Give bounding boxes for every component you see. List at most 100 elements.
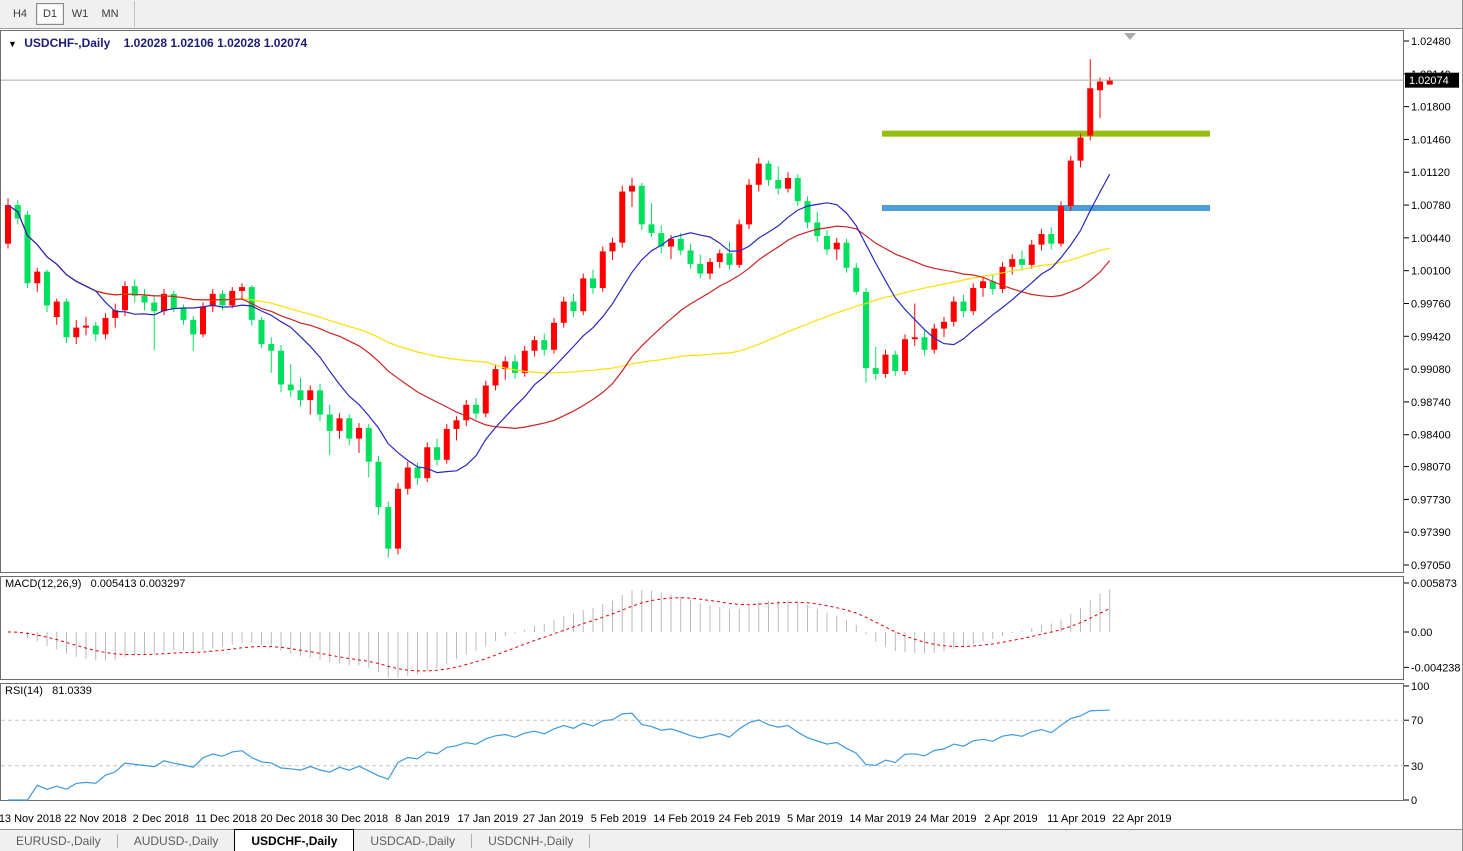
candle: [727, 253, 733, 265]
candle: [688, 250, 694, 264]
candle: [278, 351, 284, 385]
candle: [229, 291, 235, 305]
svg-text:0.97050: 0.97050: [1411, 560, 1451, 572]
candle: [307, 390, 313, 400]
candle: [775, 180, 781, 189]
candle: [268, 344, 274, 351]
candle: [922, 337, 928, 350]
candle: [571, 302, 577, 312]
candle: [454, 420, 460, 429]
macd-name: MACD(12,26,9): [5, 578, 81, 590]
candle: [463, 405, 469, 420]
candle: [892, 355, 898, 371]
candle: [5, 205, 11, 244]
candle: [941, 322, 947, 329]
svg-text:13 Nov 2018: 13 Nov 2018: [0, 813, 61, 825]
candle: [93, 326, 99, 335]
candle: [122, 286, 128, 310]
candle: [1087, 88, 1093, 135]
candle: [405, 468, 411, 489]
candle: [434, 447, 440, 460]
svg-text:14 Mar 2019: 14 Mar 2019: [849, 813, 911, 825]
candle: [629, 186, 635, 192]
svg-text:27 Jan 2019: 27 Jan 2019: [523, 813, 584, 825]
svg-text:-0.004238: -0.004238: [1411, 662, 1461, 674]
macd-values: 0.005413 0.003297: [91, 578, 186, 590]
candle: [678, 239, 684, 251]
candle: [512, 361, 518, 373]
svg-text:100: 100: [1411, 681, 1429, 693]
svg-text:0.99080: 0.99080: [1411, 364, 1451, 376]
svg-text:20 Dec 2018: 20 Dec 2018: [260, 813, 322, 825]
candle: [580, 278, 586, 311]
candle: [639, 186, 645, 225]
svg-text:17 Jan 2019: 17 Jan 2019: [458, 813, 519, 825]
candle: [424, 447, 430, 478]
symbol-period-label: USDCHF-,Daily: [24, 36, 110, 50]
svg-text:1.00100: 1.00100: [1411, 266, 1451, 278]
svg-text:1.01120: 1.01120: [1411, 167, 1450, 179]
collapse-triangle-icon[interactable]: ▼: [8, 39, 17, 49]
ohlc-values: 1.02028 1.02106 1.02028 1.02074: [124, 36, 308, 50]
candle: [844, 243, 850, 268]
svg-text:14 Feb 2019: 14 Feb 2019: [653, 813, 715, 825]
candle: [181, 308, 187, 320]
candle: [54, 302, 60, 317]
svg-text:0.97390: 0.97390: [1411, 527, 1451, 539]
svg-text:24 Feb 2019: 24 Feb 2019: [719, 813, 781, 825]
candle: [385, 507, 391, 548]
candle: [366, 428, 372, 462]
candle: [795, 178, 801, 201]
candle: [83, 326, 89, 328]
svg-text:0.98740: 0.98740: [1411, 397, 1451, 409]
candle: [600, 251, 606, 288]
candle: [551, 323, 557, 350]
candle: [103, 318, 109, 334]
candle: [561, 302, 567, 323]
candle: [473, 405, 479, 414]
candle: [912, 337, 918, 339]
svg-text:70: 70: [1411, 715, 1423, 727]
candle: [805, 201, 811, 222]
candle: [961, 302, 967, 312]
candle: [34, 272, 40, 284]
candle: [288, 385, 294, 391]
candle: [736, 224, 742, 265]
candle: [1078, 138, 1084, 161]
svg-text:8 Jan 2019: 8 Jan 2019: [395, 813, 449, 825]
candle: [697, 264, 703, 274]
candle: [1058, 206, 1064, 244]
svg-text:2 Apr 2019: 2 Apr 2019: [984, 813, 1037, 825]
candle: [327, 414, 333, 430]
candle: [1107, 80, 1113, 84]
candle: [1097, 82, 1103, 91]
candle: [337, 418, 343, 431]
svg-text:1.01800: 1.01800: [1411, 102, 1451, 114]
candle: [756, 164, 762, 185]
candle: [1009, 259, 1015, 267]
candle: [707, 262, 713, 274]
candle: [746, 185, 752, 225]
price-chart-canvas[interactable]: 1.024801.021401.018001.014601.011201.007…: [0, 0, 1463, 851]
rsi-label: RSI(14) 81.0339: [5, 685, 92, 697]
candle: [73, 328, 79, 338]
svg-text:1.00780: 1.00780: [1411, 200, 1451, 212]
svg-text:0.005873: 0.005873: [1411, 578, 1457, 590]
svg-text:1.00440: 1.00440: [1411, 233, 1451, 245]
svg-text:5 Mar 2019: 5 Mar 2019: [787, 813, 843, 825]
svg-text:1.02480: 1.02480: [1411, 36, 1451, 48]
candle: [834, 243, 840, 250]
candle: [649, 224, 655, 233]
candle: [493, 369, 499, 385]
macd-label: MACD(12,26,9) 0.005413 0.003297: [5, 578, 185, 590]
candle: [64, 302, 70, 338]
candle: [1029, 245, 1035, 265]
candle: [717, 253, 723, 262]
candle: [200, 306, 206, 334]
svg-text:0.99420: 0.99420: [1411, 331, 1451, 343]
candle: [970, 288, 976, 311]
svg-text:11 Apr 2019: 11 Apr 2019: [1047, 813, 1106, 825]
candle: [873, 368, 879, 374]
svg-text:0.97730: 0.97730: [1411, 494, 1451, 506]
candle: [785, 178, 791, 189]
